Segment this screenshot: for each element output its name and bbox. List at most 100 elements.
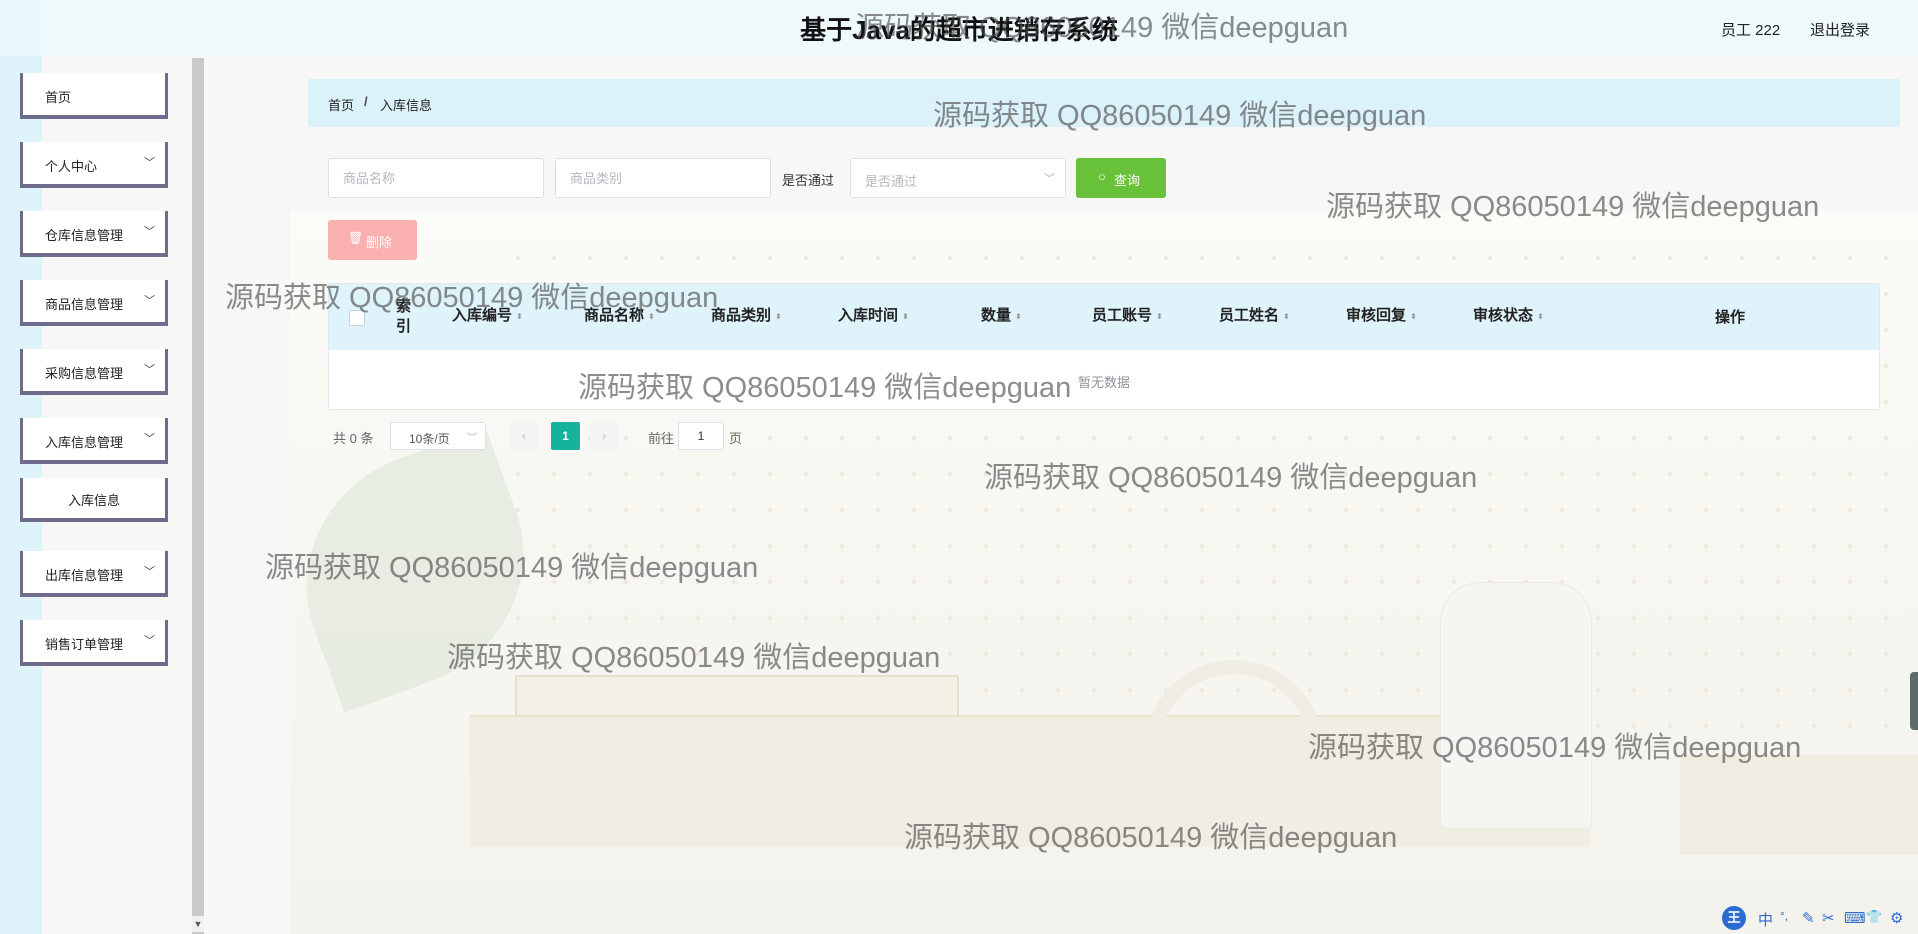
sidebar: 首页 个人中心 ﹀ 仓库信息管理 ﹀ 商品信息管理 ﹀ 采购信息管理 ﹀ 入库信… [0, 58, 190, 934]
scroll-down-arrow-icon[interactable]: ▼ [192, 916, 204, 932]
sidebar-item-stock-out[interactable]: 出库信息管理 ﹀ [20, 551, 168, 597]
column-header-stock-in-no[interactable]: 入库编号 ⬍ [452, 304, 523, 325]
query-button[interactable]: ○ 查询 [1076, 158, 1166, 198]
ime-skin-icon[interactable]: 👕 [1866, 909, 1882, 925]
chevron-down-icon: ﹀ [144, 433, 155, 445]
chevron-down-icon: ﹀ [144, 226, 155, 238]
sidebar-item-product[interactable]: 商品信息管理 ﹀ [20, 280, 168, 326]
sidebar-item-label: 入库信息 [67, 493, 120, 508]
column-header-actions: 操作 [1715, 309, 1746, 326]
sidebar-item-home[interactable]: 首页 [20, 73, 168, 119]
chevron-down-icon: ﹀ [144, 364, 155, 376]
pass-select[interactable]: 是否通过 ﹀ [850, 158, 1066, 198]
chevron-down-icon: ﹀ [1044, 173, 1055, 185]
ime-logo-icon[interactable]: 王 [1722, 906, 1746, 930]
app-title: 基于Java的超市进销存系统 [800, 15, 1118, 45]
pass-filter-label: 是否通过 [782, 173, 835, 188]
ime-settings-icon[interactable]: ⚙ [1890, 909, 1903, 927]
background-shelf [515, 675, 959, 719]
column-header-product-category[interactable]: 商品类别 ⬍ [711, 304, 782, 325]
column-header-employee-name[interactable]: 员工姓名 ⬍ [1219, 304, 1290, 325]
sort-icon: ⬍ [648, 311, 655, 321]
column-header-label: 商品类别 [711, 307, 772, 324]
ime-keyboard-icon[interactable]: ⌨ [1844, 909, 1866, 927]
breadcrumb: 首页 / 入库信息 [308, 79, 1900, 127]
chevron-down-icon: ﹀ [467, 433, 477, 444]
sidebar-item-label: 仓库信息管理 [45, 228, 124, 243]
prev-page-button[interactable]: ‹ [510, 422, 538, 450]
sidebar-item-stock-in[interactable]: 入库信息管理 ﹀ [20, 418, 168, 464]
sort-icon: ⬍ [1410, 311, 1417, 321]
column-header-label: 数量 [981, 307, 1012, 324]
sidebar-item-label: 个人中心 [45, 159, 98, 174]
breadcrumb-current: 入库信息 [380, 98, 433, 113]
chevron-down-icon: ﹀ [144, 295, 155, 307]
sort-icon: ⬍ [1537, 311, 1544, 321]
ime-language-toggle[interactable]: 中 [1758, 909, 1773, 930]
chevron-down-icon: ﹀ [144, 157, 155, 169]
breadcrumb-home[interactable]: 首页 [328, 95, 354, 114]
ime-scissors-icon[interactable]: ✂ [1822, 909, 1835, 927]
current-user: 员工 222 [1721, 22, 1781, 39]
background-block [1680, 755, 1918, 855]
background-box [470, 715, 1590, 847]
delete-button-label: 删除 [366, 235, 393, 250]
delete-button[interactable]: 🗑 删除 [328, 220, 417, 260]
sidebar-item-label: 销售订单管理 [45, 637, 124, 652]
chevron-right-icon: › [601, 428, 607, 443]
pagination-total: 共 0 条 [333, 431, 374, 446]
background-circle [1145, 660, 1323, 838]
chevron-down-icon: ﹀ [144, 635, 155, 647]
column-header-review-status[interactable]: 审核状态 ⬍ [1473, 304, 1544, 325]
select-all-checkbox[interactable] [349, 310, 365, 326]
product-category-input-wrapper [555, 158, 771, 198]
product-name-input-wrapper [328, 158, 544, 198]
column-header-employee-account[interactable]: 员工账号 ⬍ [1092, 304, 1163, 325]
sidebar-item-purchase[interactable]: 采购信息管理 ﹀ [20, 349, 168, 395]
background-cylinder [1440, 582, 1592, 829]
page-size-select[interactable]: 10条/页 ﹀ [390, 422, 486, 450]
goto-page-suffix: 页 [729, 431, 743, 446]
table-header: 索引 入库编号 ⬍ 商品名称 ⬍ 商品类别 ⬍ 入库时间 ⬍ 数量 ⬍ 员工账号 ⬍ 员工姓… [329, 284, 1879, 350]
column-header-index: 索引 [396, 298, 412, 335]
sort-icon: ⬍ [1015, 311, 1022, 321]
ime-pen-icon[interactable]: ✎ [1802, 909, 1815, 927]
search-icon: ○ [1098, 169, 1106, 184]
product-name-input[interactable] [329, 159, 543, 197]
product-category-input[interactable] [556, 159, 770, 197]
sidebar-item-label: 采购信息管理 [45, 366, 124, 381]
column-header-review-reply[interactable]: 审核回复 ⬍ [1346, 304, 1417, 325]
chevron-down-icon: ﹀ [144, 566, 155, 578]
stock-in-table: 索引 入库编号 ⬍ 商品名称 ⬍ 商品类别 ⬍ 入库时间 ⬍ 数量 ⬍ 员工账号 ⬍ 员工姓… [328, 283, 1880, 410]
page-size-value: 10条/页 [409, 432, 450, 446]
sidebar-item-label: 出库信息管理 [45, 568, 124, 583]
column-header-label: 入库编号 [452, 307, 513, 324]
column-header-quantity[interactable]: 数量 ⬍ [981, 304, 1022, 325]
ime-toolbar: 王 中 °, ✎ ✂ ⌨ 👕 ⚙ [1722, 906, 1918, 934]
side-widget-handle[interactable] [1910, 672, 1918, 730]
sidebar-subitem-stock-in-info[interactable]: 入库信息 [20, 478, 168, 522]
sidebar-item-personal-center[interactable]: 个人中心 ﹀ [20, 142, 168, 188]
goto-label: 前往 [648, 431, 675, 446]
goto-page-input[interactable]: 1 [678, 422, 724, 450]
column-header-label: 审核状态 [1473, 307, 1534, 324]
top-header: 基于Java的超市进销存系统 员工 222 退出登录 [0, 0, 1918, 56]
pass-select-placeholder: 是否通过 [865, 174, 918, 189]
next-page-button[interactable]: › [590, 422, 618, 450]
sidebar-item-sales-order[interactable]: 销售订单管理 ﹀ [20, 620, 168, 666]
column-header-label: 入库时间 [838, 307, 899, 324]
sidebar-scrollbar[interactable] [192, 58, 204, 934]
sort-icon: ⬍ [775, 311, 782, 321]
trash-icon: 🗑 [348, 231, 364, 245]
column-header-label: 员工姓名 [1219, 307, 1280, 324]
column-header-label: 商品名称 [584, 307, 645, 324]
column-header-label: 审核回复 [1346, 307, 1407, 324]
column-header-product-name[interactable]: 商品名称 ⬍ [584, 304, 655, 325]
page-number-current[interactable]: 1 [551, 422, 580, 450]
sidebar-item-label: 入库信息管理 [45, 435, 124, 450]
sidebar-item-warehouse[interactable]: 仓库信息管理 ﹀ [20, 211, 168, 257]
logout-button[interactable]: 退出登录 [1810, 19, 1870, 40]
breadcrumb-separator: / [364, 94, 368, 109]
ime-punctuation-icon[interactable]: °, [1780, 909, 1788, 923]
column-header-stock-in-time[interactable]: 入库时间 ⬍ [838, 304, 909, 325]
